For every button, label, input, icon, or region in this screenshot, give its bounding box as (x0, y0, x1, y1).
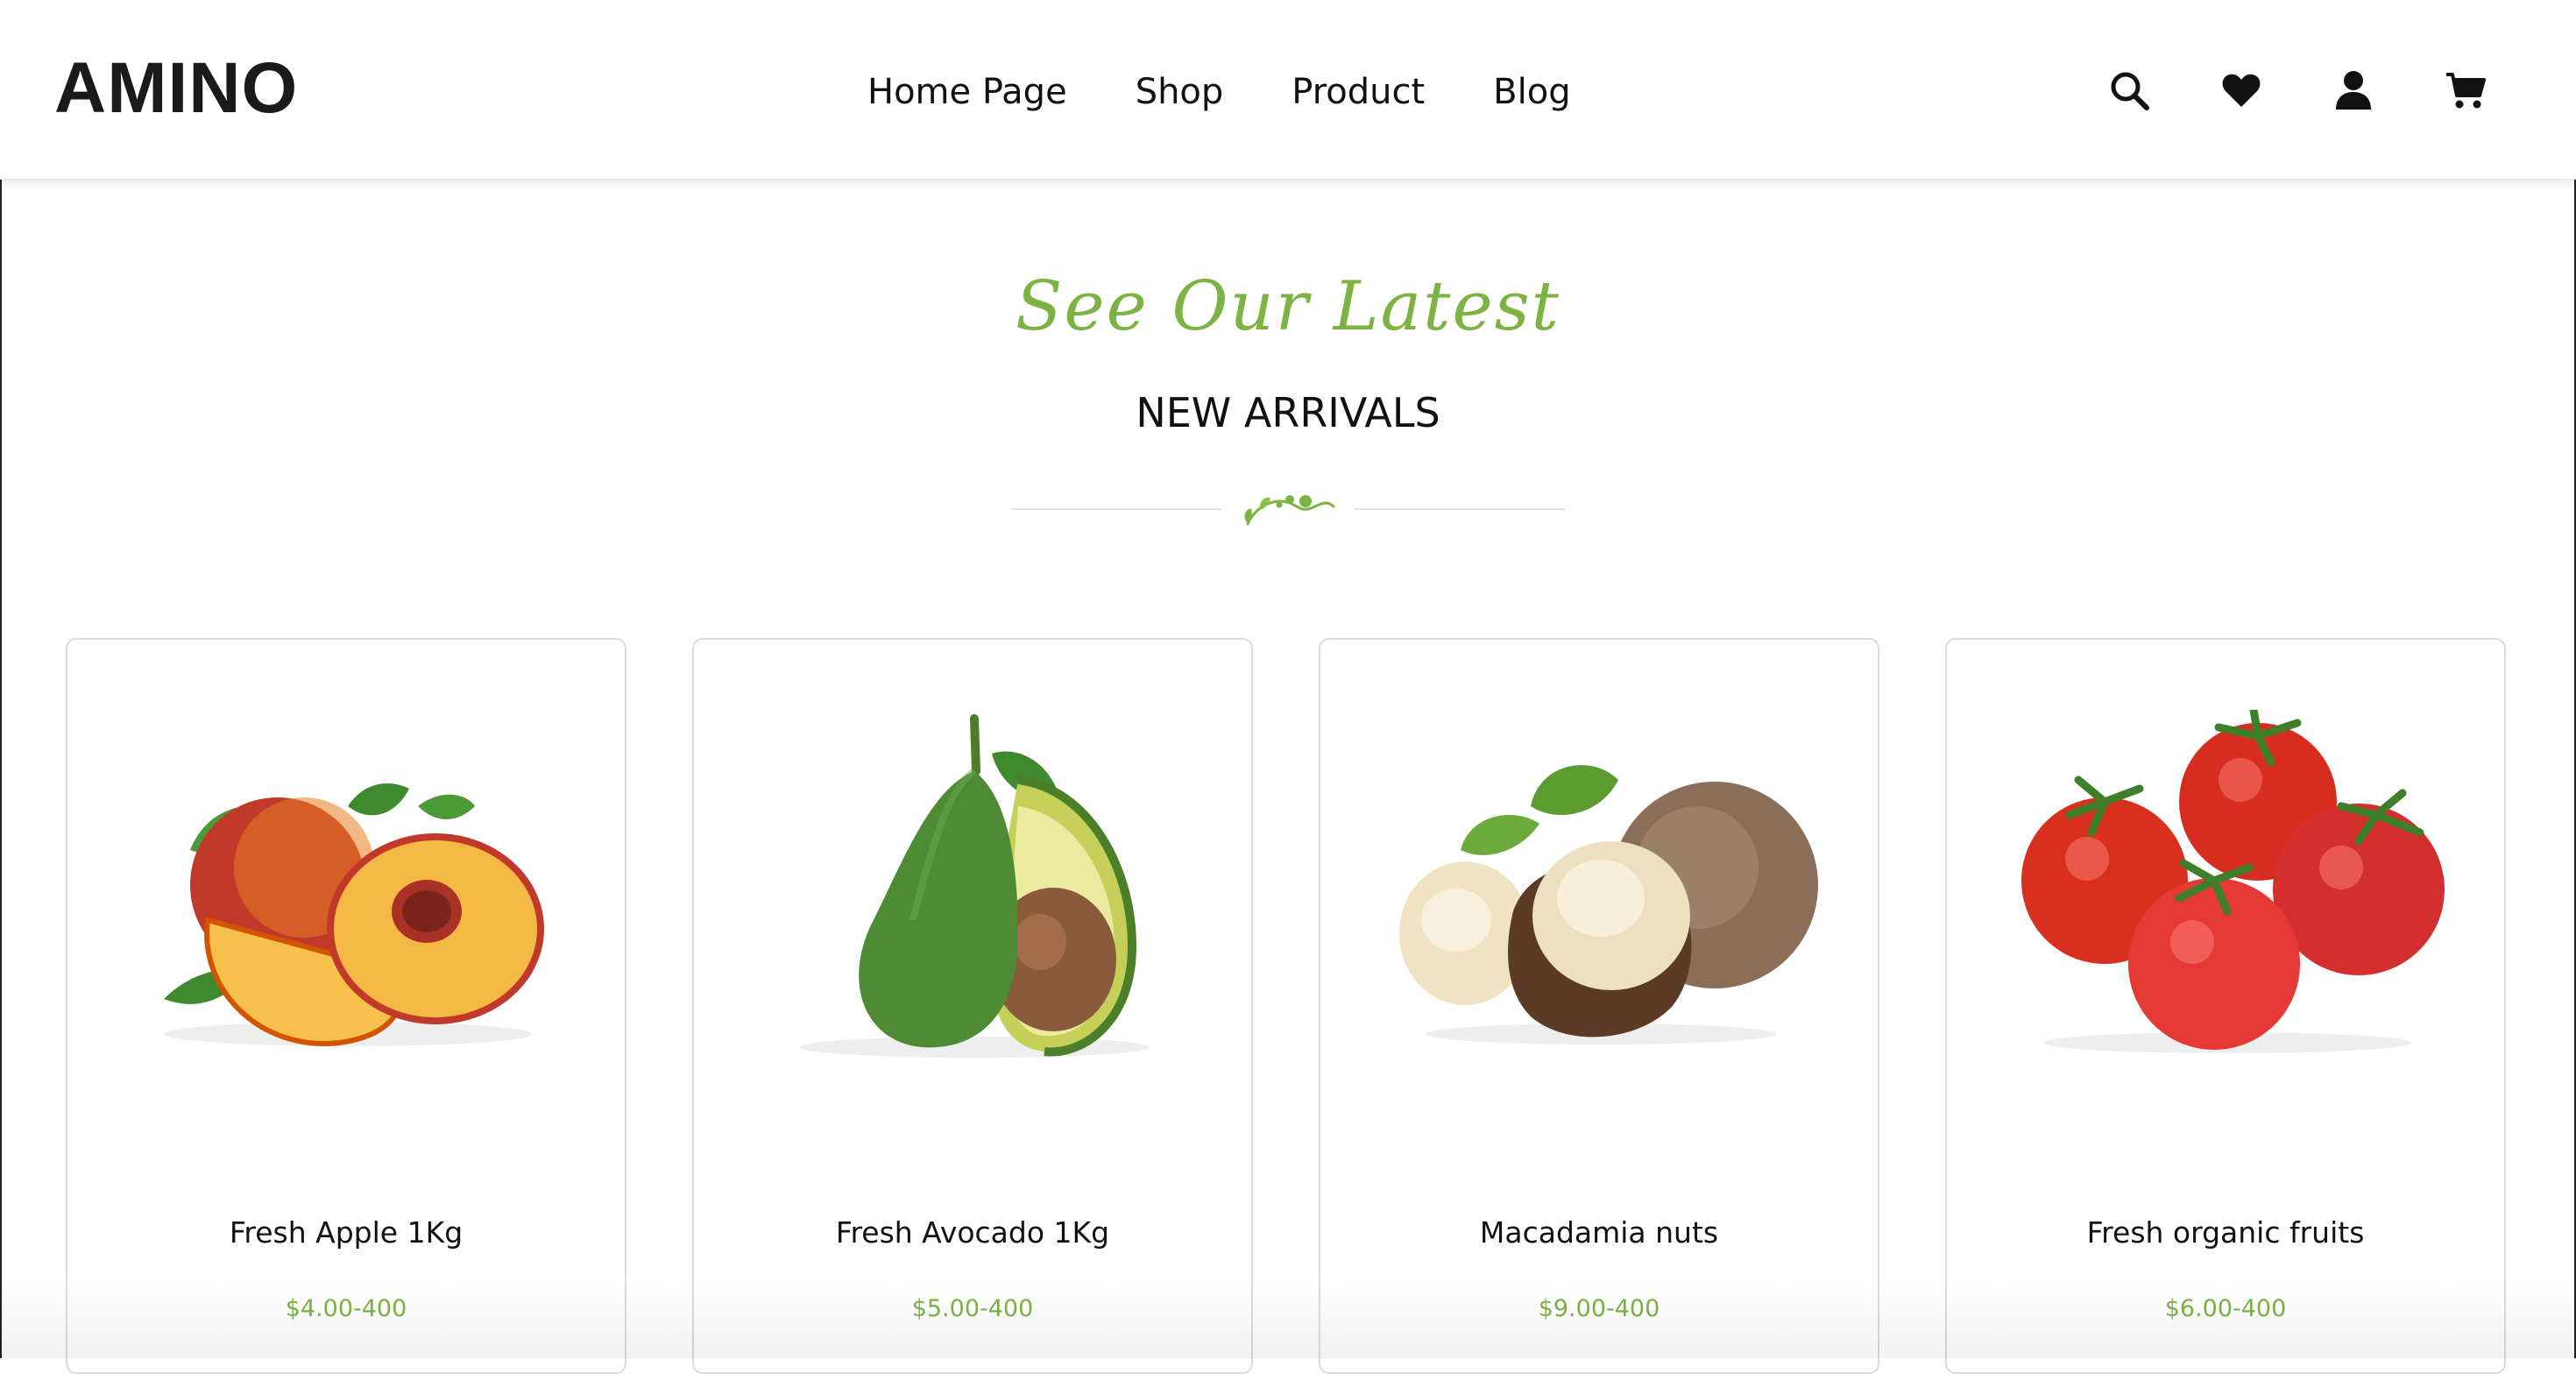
nav-product[interactable]: Product (1292, 61, 1425, 123)
nav-blog[interactable]: Blog (1493, 61, 1570, 123)
peach-image (164, 783, 544, 1046)
product-price: $6.00-400 (2164, 1295, 2287, 1322)
product-card[interactable]: Fresh Avocado 1Kg $5.00-400 (692, 638, 1253, 1374)
product-card[interactable]: Macadamia nuts $9.00-400 (1319, 638, 1879, 1374)
product-card[interactable]: Fresh Apple 1Kg $4.00-400 (66, 638, 626, 1374)
section-subtitle: See Our Latest (1016, 267, 1560, 346)
site-header: AMINO Home Page Shop Product Blog (0, 0, 2576, 180)
avocado-image (799, 714, 1150, 1058)
search-icon[interactable] (2105, 61, 2154, 119)
product-name[interactable]: Macadamia nuts (1320, 1211, 1878, 1255)
leaf-divider (1011, 482, 1565, 535)
product-price: $9.00-400 (1538, 1295, 1660, 1322)
logo[interactable]: AMINO (54, 49, 298, 128)
tomatoes-image (2021, 710, 2445, 1053)
nav-shop[interactable]: Shop (1136, 61, 1224, 123)
header-icons (2105, 61, 2490, 119)
product-name[interactable]: Fresh organic fruits (1947, 1211, 2504, 1255)
product-card[interactable]: Fresh organic fruits $6.00-400 (1945, 638, 2506, 1374)
nav-home[interactable]: Home Page (867, 61, 1067, 123)
product-price: $5.00-400 (911, 1295, 1034, 1322)
cart-icon[interactable] (2441, 61, 2490, 119)
section-title: NEW ARRIVALS (1136, 389, 1440, 436)
user-icon[interactable] (2329, 61, 2378, 119)
product-price: $4.00-400 (285, 1295, 407, 1322)
product-name[interactable]: Fresh Avocado 1Kg (694, 1211, 1251, 1255)
macadamia-image (1399, 765, 1818, 1045)
product-name[interactable]: Fresh Apple 1Kg (67, 1211, 625, 1255)
main-nav: Home Page Shop Product Blog (867, 61, 1571, 123)
vine-ornament-icon (1244, 495, 1335, 526)
heart-icon[interactable] (2217, 61, 2266, 119)
